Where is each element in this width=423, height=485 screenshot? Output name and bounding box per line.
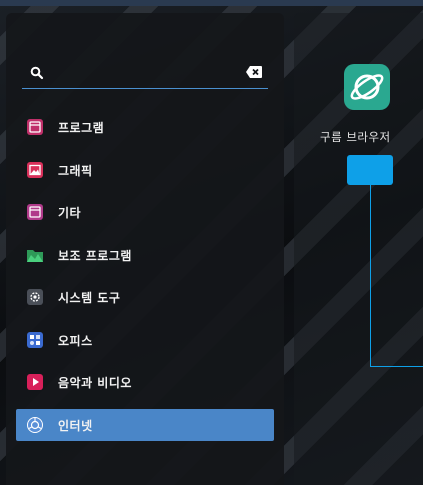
internet-icon	[27, 416, 43, 433]
category-label: 오피스	[58, 333, 93, 348]
search-input[interactable]	[52, 62, 236, 84]
category-programs[interactable]: 프로그램	[16, 111, 274, 143]
category-graphics[interactable]: 그래픽	[16, 154, 274, 186]
category-label: 음악과 비디오	[58, 376, 132, 390]
system-tools-icon	[27, 289, 43, 305]
category-label: 그래픽	[58, 163, 93, 178]
graphics-icon	[27, 161, 43, 178]
category-accessories[interactable]: 보조 프로그램	[16, 239, 274, 271]
accessories-icon	[27, 249, 43, 262]
gooroom-browser-icon[interactable]	[344, 64, 390, 110]
category-label: 시스템 도구	[58, 291, 121, 305]
category-label: 기타	[58, 206, 82, 220]
tutorial-guide-line-horizontal	[370, 366, 423, 367]
category-office[interactable]: 오피스	[16, 324, 274, 356]
category-label: 인터넷	[58, 418, 93, 433]
category-other[interactable]: 기타	[16, 196, 274, 228]
app-label[interactable]: 구름 브라우저	[320, 129, 420, 145]
clear-search-icon[interactable]	[246, 66, 262, 78]
category-label: 프로그램	[58, 121, 105, 135]
category-multimedia[interactable]: 음악과 비디오	[16, 366, 274, 398]
category-system-tools[interactable]: 시스템 도구	[16, 281, 274, 313]
category-label: 보조 프로그램	[58, 248, 132, 263]
search-icon	[30, 66, 44, 80]
top-strip	[0, 0, 423, 6]
tutorial-highlight-box	[347, 155, 393, 185]
office-icon	[27, 331, 43, 348]
programs-icon	[27, 119, 43, 135]
category-list: 프로그램 그래픽 기타 보조 프로그램 시스템 도구 오피스 음악과 비디오 인…	[16, 111, 274, 451]
other-icon	[27, 204, 43, 220]
search-bar	[22, 58, 268, 89]
multimedia-icon	[27, 374, 43, 390]
category-internet[interactable]: 인터넷	[16, 408, 274, 441]
tutorial-guide-line	[370, 185, 371, 367]
